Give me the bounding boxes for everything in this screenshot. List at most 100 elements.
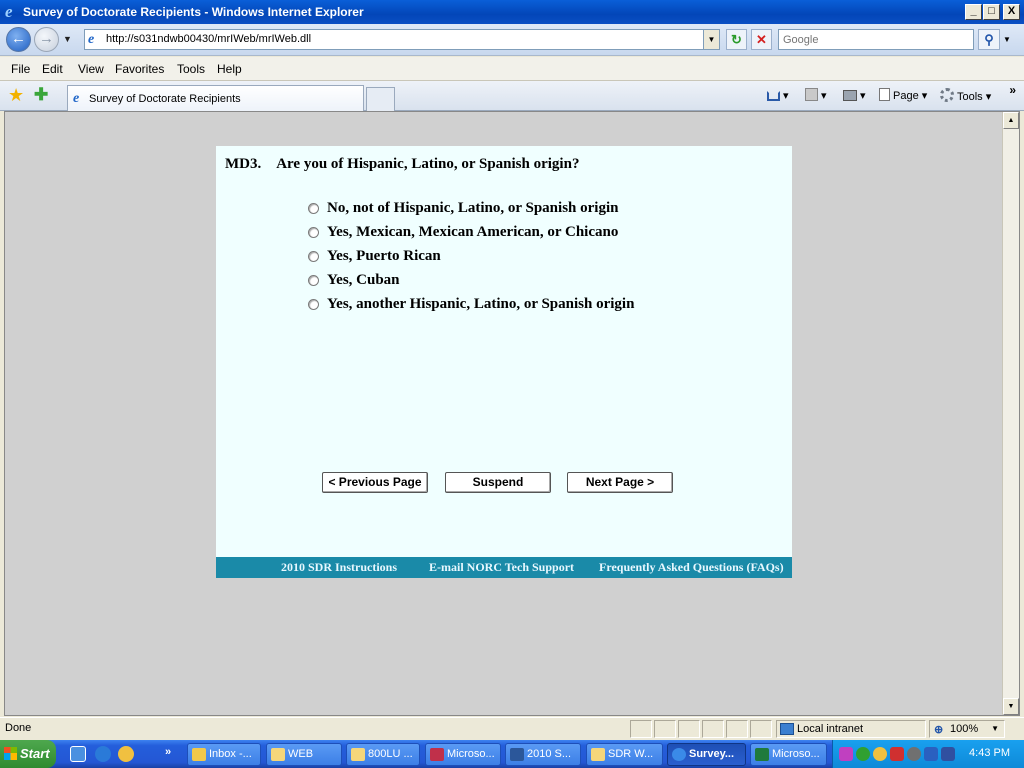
tech-support-link[interactable]: E-mail NORC Tech Support — [429, 560, 574, 575]
status-bar: Done Local intranet ⊕ 100% ▼ — [0, 717, 1024, 739]
taskbar-item-sdr-web[interactable]: SDR W... — [586, 743, 663, 766]
status-cell — [630, 720, 652, 738]
radio-button[interactable] — [308, 251, 319, 262]
radio-button[interactable] — [308, 227, 319, 238]
minimize-button[interactable]: _ — [965, 4, 982, 20]
radio-button[interactable] — [308, 299, 319, 310]
answer-option[interactable]: No, not of Hispanic, Latino, or Spanish … — [308, 200, 634, 224]
quicklaunch-chevron-icon[interactable]: » — [165, 746, 171, 758]
security-zone[interactable]: Local intranet — [776, 720, 926, 738]
menu-file[interactable]: File — [11, 62, 30, 76]
title-bar: e Survey of Doctorate Recipients - Windo… — [0, 0, 1024, 24]
option-label[interactable]: Yes, Mexican, Mexican American, or Chica… — [327, 224, 618, 241]
next-page-button[interactable]: Next Page > — [567, 472, 673, 493]
tools-menu-button[interactable]: Tools ▾ — [940, 88, 991, 103]
ie-quicklaunch-icon[interactable] — [95, 746, 111, 762]
favorites-star-icon[interactable]: ★ — [8, 86, 24, 104]
tray-outlook-icon[interactable] — [873, 747, 887, 761]
stop-button[interactable]: ✕ — [751, 29, 772, 50]
question-text: Are you of Hispanic, Latino, or Spanish … — [276, 156, 580, 172]
show-desktop-icon[interactable] — [70, 746, 86, 762]
address-dropdown-icon[interactable]: ▼ — [703, 30, 719, 49]
address-field[interactable]: e http://s031ndwb00430/mrIWeb/mrIWeb.dll… — [84, 29, 720, 50]
menu-view[interactable]: View — [78, 62, 104, 76]
survey-footer: 2010 SDR Instructions E-mail NORC Tech S… — [216, 557, 792, 578]
taskbar-item-2010-sdr[interactable]: 2010 S... — [505, 743, 581, 766]
tray-network-icon[interactable] — [856, 747, 870, 761]
tray-security-icon[interactable] — [907, 747, 921, 761]
page-menu-button[interactable]: Page ▾ — [879, 88, 927, 102]
url-text[interactable]: http://s031ndwb00430/mrIWeb/mrIWeb.dll — [106, 33, 311, 45]
feeds-icon — [805, 88, 818, 101]
faq-link[interactable]: Frequently Asked Questions (FAQs) — [599, 560, 784, 575]
taskbar-item-800lu[interactable]: 800LU ... — [346, 743, 420, 766]
menu-edit[interactable]: Edit — [42, 62, 63, 76]
option-label[interactable]: Yes, another Hispanic, Latino, or Spanis… — [327, 296, 634, 313]
task-label: SDR W... — [608, 748, 654, 760]
start-button[interactable]: Start — [0, 740, 56, 768]
suspend-button[interactable]: Suspend — [445, 472, 551, 493]
search-box[interactable] — [778, 29, 974, 50]
answer-option[interactable]: Yes, Mexican, Mexican American, or Chica… — [308, 224, 634, 248]
forward-button[interactable]: → — [34, 27, 59, 52]
new-tab-button[interactable] — [366, 87, 395, 111]
taskbar-item-microsoft-1[interactable]: Microso... — [425, 743, 501, 766]
status-cell — [750, 720, 772, 738]
add-favorite-icon[interactable]: ✚ — [34, 86, 48, 104]
tray-antivirus-icon[interactable] — [890, 747, 904, 761]
radio-button[interactable] — [308, 275, 319, 286]
option-label[interactable]: Yes, Puerto Rican — [327, 248, 441, 265]
scroll-down-button[interactable]: ▼ — [1003, 698, 1019, 715]
more-commands-chevron-icon[interactable]: » — [1009, 83, 1016, 97]
home-icon — [767, 91, 780, 101]
vertical-scrollbar[interactable]: ▲ ▼ — [1002, 112, 1019, 715]
folder-icon — [351, 748, 365, 761]
refresh-button[interactable]: ↻ — [726, 29, 747, 50]
back-button[interactable]: ← — [6, 27, 31, 52]
taskbar-item-microsoft-2[interactable]: Microso... — [750, 743, 827, 766]
tray-app-icon[interactable] — [839, 747, 853, 761]
taskbar-item-web[interactable]: WEB — [266, 743, 342, 766]
ie-logo-icon: e — [5, 2, 13, 21]
taskbar-item-inbox[interactable]: Inbox -... — [187, 743, 261, 766]
radio-button[interactable] — [308, 203, 319, 214]
answer-option[interactable]: Yes, Cuban — [308, 272, 634, 296]
option-label[interactable]: Yes, Cuban — [327, 272, 400, 289]
taskbar-item-survey[interactable]: Survey... — [667, 743, 746, 766]
status-cell — [654, 720, 676, 738]
search-input[interactable] — [779, 30, 969, 49]
recent-pages-dropdown-icon[interactable]: ▼ — [63, 34, 72, 44]
tab-survey[interactable]: e Survey of Doctorate Recipients — [67, 85, 364, 111]
option-label[interactable]: No, not of Hispanic, Latino, or Spanish … — [327, 200, 618, 217]
answer-option[interactable]: Yes, Puerto Rican — [308, 248, 634, 272]
tab-label: Survey of Doctorate Recipients — [89, 93, 241, 105]
home-button[interactable]: ▾ — [767, 88, 789, 102]
answer-option[interactable]: Yes, another Hispanic, Latino, or Spanis… — [308, 296, 634, 320]
feeds-button[interactable]: ▾ — [805, 88, 827, 102]
search-options-dropdown-icon[interactable]: ▼ — [1003, 35, 1011, 44]
page-menu-label: Page — [893, 90, 919, 102]
menu-help[interactable]: Help — [217, 62, 242, 76]
previous-page-button[interactable]: < Previous Page — [322, 472, 428, 493]
outlook-quicklaunch-icon[interactable] — [118, 746, 134, 762]
tab-toolbar: ★ ✚ e Survey of Doctorate Recipients ▾ ▾… — [0, 81, 1024, 111]
close-button[interactable]: X — [1003, 4, 1020, 20]
menu-tools[interactable]: Tools — [177, 62, 205, 76]
zoom-dropdown-icon[interactable]: ▼ — [991, 724, 999, 733]
tray-language-icon[interactable] — [941, 747, 955, 761]
taskbar: Start » Inbox -... WEB 800LU ... Microso… — [0, 740, 1024, 768]
address-toolbar: ← → ▼ e http://s031ndwb00430/mrIWeb/mrIW… — [0, 24, 1024, 56]
maximize-button[interactable]: □ — [983, 4, 1000, 20]
zoom-control[interactable]: ⊕ 100% ▼ — [929, 720, 1005, 738]
scroll-up-button[interactable]: ▲ — [1003, 112, 1019, 129]
zoom-level: 100% — [950, 723, 979, 735]
menu-favorites[interactable]: Favorites — [115, 62, 164, 76]
instructions-link[interactable]: 2010 SDR Instructions — [281, 560, 397, 575]
gear-icon — [940, 88, 954, 102]
menu-bar: File Edit View Favorites Tools Help — [0, 57, 1024, 81]
tray-display-icon[interactable] — [924, 747, 938, 761]
print-button[interactable]: ▾ — [843, 88, 866, 102]
tab-page-icon: e — [73, 91, 80, 106]
outlook-icon — [192, 748, 206, 761]
search-button[interactable]: ⚲ — [978, 29, 1000, 50]
